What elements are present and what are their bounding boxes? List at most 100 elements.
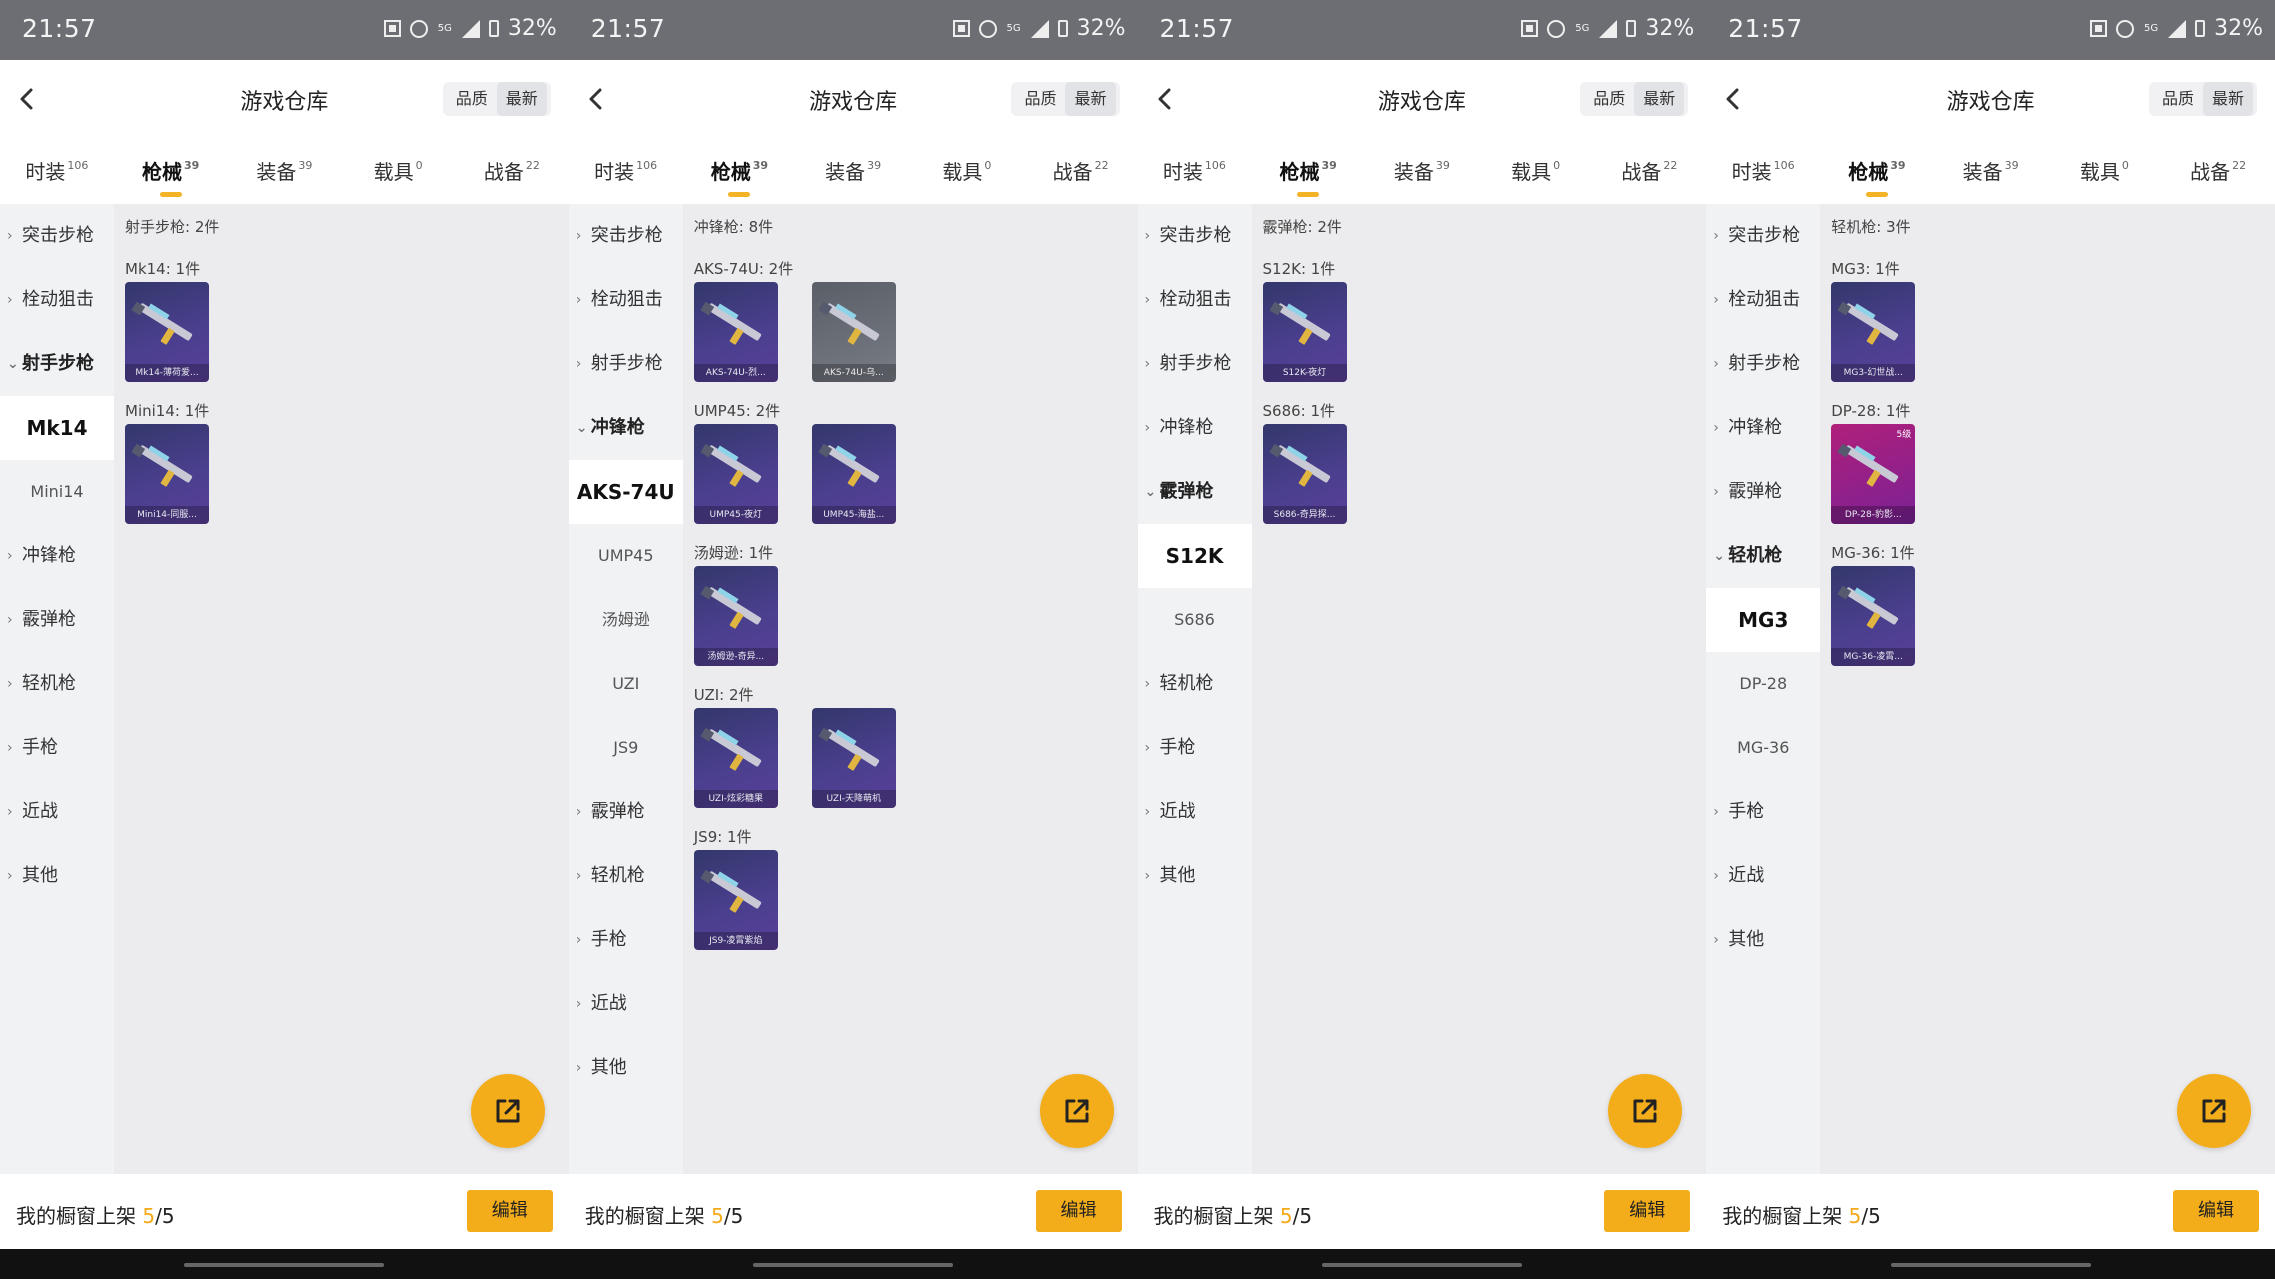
skin-card[interactable]: JS9-凌霄紫焰	[693, 850, 778, 950]
edit-button[interactable]: 编辑	[1604, 1190, 1691, 1232]
subcategory-item[interactable]: DP-28	[1706, 652, 1820, 716]
category-item[interactable]: › 近战	[1706, 844, 1820, 908]
tab-2[interactable]: 装备 39	[1934, 138, 2048, 204]
category-item[interactable]: › 手枪	[1138, 716, 1252, 780]
tab-0[interactable]: 时装 106	[1138, 138, 1252, 204]
tab-4[interactable]: 战备 22	[455, 138, 569, 204]
tab-0[interactable]: 时装 106	[0, 138, 114, 204]
home-indicator[interactable]	[1321, 1263, 1522, 1267]
skin-card[interactable]: AKS-74U-烈...	[693, 282, 778, 382]
subcategory-item[interactable]: S686	[1138, 588, 1252, 652]
sort-quality-button[interactable]: 品质	[1015, 82, 1065, 116]
subcategory-item[interactable]: JS9	[569, 716, 683, 780]
category-item[interactable]: ⌄ 霰弹枪	[1138, 460, 1252, 524]
category-item[interactable]: › 霰弹枪	[0, 588, 114, 652]
share-button[interactable]	[1039, 1074, 1114, 1148]
category-item[interactable]: › 栓动狙击	[1138, 268, 1252, 332]
edit-button[interactable]: 编辑	[466, 1190, 553, 1232]
category-item[interactable]: › 冲锋枪	[1706, 396, 1820, 460]
category-item[interactable]: ⌄ 射手步枪	[0, 332, 114, 396]
skin-card[interactable]: 汤姆逊-奇异...	[693, 566, 778, 666]
category-item[interactable]: › 突击步枪	[1706, 204, 1820, 268]
sort-latest-button[interactable]: 最新	[496, 82, 547, 116]
category-item[interactable]: › 近战	[0, 780, 114, 844]
category-item[interactable]: ⌄ 轻机枪	[1706, 524, 1820, 588]
category-item[interactable]: › 近战	[1138, 780, 1252, 844]
category-item[interactable]: › 轻机枪	[569, 844, 683, 908]
subcategory-item[interactable]: 汤姆逊	[569, 588, 683, 652]
subcategory-item[interactable]: MG3	[1706, 588, 1821, 652]
skin-card[interactable]: MG-36-凌霄...	[1831, 566, 1916, 666]
home-indicator[interactable]	[184, 1263, 385, 1267]
tab-0[interactable]: 时装 106	[569, 138, 683, 204]
category-item[interactable]: › 射手步枪	[1706, 332, 1820, 396]
category-item[interactable]: › 突击步枪	[0, 204, 114, 268]
tab-3[interactable]: 载具 0	[2048, 138, 2162, 204]
skin-card[interactable]: S686-奇异探...	[1262, 424, 1347, 524]
tab-1[interactable]: 枪械 39	[683, 138, 797, 204]
skin-card[interactable]: UZI-天降萌机	[811, 708, 896, 808]
category-item[interactable]: › 射手步枪	[569, 332, 683, 396]
skin-card[interactable]: 5级 DP-28-豹影...	[1831, 424, 1916, 524]
tab-3[interactable]: 载具 0	[341, 138, 455, 204]
category-item[interactable]: › 突击步枪	[1138, 204, 1252, 268]
sort-quality-button[interactable]: 品质	[447, 82, 497, 116]
share-button[interactable]	[470, 1074, 545, 1148]
tab-4[interactable]: 战备 22	[1593, 138, 1707, 204]
tab-1[interactable]: 枪械 39	[114, 138, 228, 204]
tab-4[interactable]: 战备 22	[2161, 138, 2275, 204]
category-item[interactable]: › 霰弹枪	[569, 780, 683, 844]
category-item[interactable]: › 霰弹枪	[1706, 460, 1820, 524]
category-item[interactable]: › 冲锋枪	[1138, 396, 1252, 460]
tab-2[interactable]: 装备 39	[1365, 138, 1479, 204]
share-button[interactable]	[1608, 1074, 1683, 1148]
tab-0[interactable]: 时装 106	[1706, 138, 1820, 204]
skin-card[interactable]: UZI-炫彩糖果	[693, 708, 778, 808]
sort-latest-button[interactable]: 最新	[1065, 82, 1116, 116]
category-item[interactable]: › 突击步枪	[569, 204, 683, 268]
category-item[interactable]: ⌄ 冲锋枪	[569, 396, 683, 460]
category-item[interactable]: › 近战	[569, 972, 683, 1036]
sort-latest-button[interactable]: 最新	[2202, 82, 2253, 116]
subcategory-item[interactable]: MG-36	[1706, 716, 1820, 780]
category-item[interactable]: › 其他	[0, 844, 114, 908]
category-item[interactable]: › 手枪	[1706, 780, 1820, 844]
subcategory-item[interactable]: S12K	[1137, 524, 1252, 588]
sort-latest-button[interactable]: 最新	[1634, 82, 1685, 116]
category-item[interactable]: › 冲锋枪	[0, 524, 114, 588]
category-item[interactable]: › 其他	[1706, 908, 1820, 972]
edit-button[interactable]: 编辑	[1035, 1190, 1122, 1232]
skin-card[interactable]: Mini14-同服...	[125, 424, 209, 524]
tab-2[interactable]: 装备 39	[228, 138, 342, 204]
subcategory-item[interactable]: UMP45	[569, 524, 683, 588]
category-item[interactable]: › 射手步枪	[1138, 332, 1252, 396]
sort-quality-button[interactable]: 品质	[1584, 82, 1634, 116]
category-item[interactable]: › 其他	[569, 1036, 683, 1100]
category-item[interactable]: › 栓动狙击	[569, 268, 683, 332]
tab-4[interactable]: 战备 22	[1024, 138, 1138, 204]
skin-card[interactable]: Mk14-薄荷爱...	[125, 282, 209, 382]
tab-1[interactable]: 枪械 39	[1251, 138, 1365, 204]
subcategory-item[interactable]: Mini14	[0, 460, 114, 524]
tab-2[interactable]: 装备 39	[796, 138, 910, 204]
tab-3[interactable]: 载具 0	[910, 138, 1024, 204]
category-item[interactable]: › 轻机枪	[1138, 652, 1252, 716]
category-item[interactable]: › 轻机枪	[0, 652, 114, 716]
subcategory-item[interactable]: Mk14	[0, 396, 114, 460]
home-indicator[interactable]	[753, 1263, 954, 1267]
category-item[interactable]: › 手枪	[569, 908, 683, 972]
tab-1[interactable]: 枪械 39	[1820, 138, 1934, 204]
skin-card[interactable]: AKS-74U-乌...	[811, 282, 896, 382]
category-item[interactable]: › 手枪	[0, 716, 114, 780]
tab-3[interactable]: 载具 0	[1479, 138, 1593, 204]
skin-card[interactable]: MG3-幻世战...	[1831, 282, 1916, 382]
skin-card[interactable]: UMP45-海盐...	[811, 424, 896, 524]
home-indicator[interactable]	[1890, 1263, 2091, 1267]
category-item[interactable]: › 栓动狙击	[0, 268, 114, 332]
category-item[interactable]: › 栓动狙击	[1706, 268, 1820, 332]
edit-button[interactable]: 编辑	[2173, 1190, 2259, 1232]
subcategory-item[interactable]: UZI	[569, 652, 683, 716]
sort-quality-button[interactable]: 品质	[2153, 82, 2203, 116]
subcategory-item[interactable]: AKS-74U	[568, 460, 683, 524]
share-button[interactable]	[2177, 1074, 2251, 1148]
